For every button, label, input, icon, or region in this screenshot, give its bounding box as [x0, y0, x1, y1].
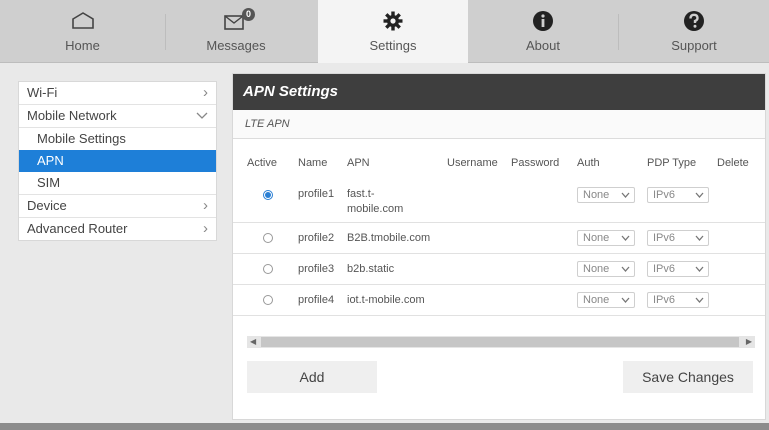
settings-gear-icon — [383, 11, 403, 31]
tab-about-label: About — [526, 38, 560, 53]
chevron-down-icon — [196, 112, 208, 119]
auth-value: None — [583, 294, 610, 306]
panel-subtitle: LTE APN — [233, 110, 765, 139]
apn-value: mobile.com — [347, 203, 404, 215]
sidebar-item-mobile-network[interactable]: Mobile Network — [19, 105, 216, 128]
chevron-down-icon — [621, 297, 630, 303]
top-navigation: Home 0 Messages Settings About Support — [0, 0, 769, 63]
tab-support-label: Support — [671, 38, 717, 53]
apn-value: iot.t-mobile.com — [347, 294, 425, 306]
tab-settings[interactable]: Settings — [318, 0, 468, 63]
sidebar-subitem-sim[interactable]: SIM — [19, 172, 216, 195]
active-radio[interactable] — [263, 264, 273, 274]
sidebar-item-label: Device — [27, 198, 67, 213]
help-icon — [684, 11, 704, 31]
pdp-value: IPv6 — [653, 294, 676, 306]
tab-support[interactable]: Support — [619, 0, 769, 62]
active-radio[interactable] — [263, 190, 273, 200]
chevron-down-icon — [621, 266, 630, 272]
chevron-down-icon — [621, 192, 630, 198]
sidebar-item-label: Wi-Fi — [27, 85, 58, 100]
column-header: Password — [511, 157, 560, 169]
chevron-right-icon: › — [203, 220, 208, 237]
sidebar-subitem-label: SIM — [37, 175, 61, 190]
auth-select[interactable]: None — [577, 261, 635, 277]
column-header: Delete — [717, 157, 749, 169]
apn-value: b2b.static — [347, 263, 395, 275]
sidebar-subitem-label: APN — [37, 153, 64, 168]
column-header: Username — [447, 157, 498, 169]
profile-name: profile3 — [298, 263, 335, 275]
main-area: Wi-Fi › Mobile Network Mobile Settings A… — [0, 63, 769, 423]
active-radio[interactable] — [263, 295, 273, 305]
auth-value: None — [583, 189, 610, 201]
table-row: profile2 B2B.tmobile.com None IPv6 — [233, 223, 765, 254]
apn-value: fast.t- — [347, 188, 375, 200]
apn-settings-panel: APN Settings LTE APN Active Name APN Use… — [232, 73, 766, 420]
pdp-value: IPv6 — [653, 263, 676, 275]
column-header: APN — [347, 157, 370, 169]
apn-value: B2B.tmobile.com — [347, 232, 431, 244]
column-header: Active — [247, 157, 277, 169]
chevron-right-icon: › — [203, 84, 208, 101]
scroll-left-icon[interactable]: ◀ — [250, 336, 256, 348]
chevron-down-icon — [695, 266, 704, 272]
chevron-down-icon — [695, 192, 704, 198]
column-header: Auth — [577, 157, 600, 169]
sidebar-subitem-apn[interactable]: APN — [19, 150, 216, 172]
auth-value: None — [583, 263, 610, 275]
tab-messages-label: Messages — [206, 38, 266, 53]
sidebar-item-label: Mobile Network — [27, 108, 117, 123]
tab-settings-label: Settings — [369, 38, 417, 53]
scrollbar-thumb[interactable] — [261, 337, 739, 347]
bottom-border — [0, 423, 769, 430]
tab-home-label: Home — [65, 38, 100, 53]
sidebar-item-wifi[interactable]: Wi-Fi › — [19, 82, 216, 105]
pdp-type-select[interactable]: IPv6 — [647, 187, 709, 203]
scroll-right-icon[interactable]: ▶ — [746, 336, 752, 348]
auth-select[interactable]: None — [577, 187, 635, 203]
sidebar: Wi-Fi › Mobile Network Mobile Settings A… — [18, 81, 217, 241]
pdp-type-select[interactable]: IPv6 — [647, 230, 709, 246]
auth-value: None — [583, 232, 610, 244]
auth-select[interactable]: None — [577, 292, 635, 308]
chevron-down-icon — [695, 297, 704, 303]
sidebar-subitem-label: Mobile Settings — [37, 131, 126, 146]
chevron-down-icon — [695, 235, 704, 241]
table-row: profile4 iot.t-mobile.com None IPv6 — [233, 285, 765, 316]
sidebar-item-device[interactable]: Device › — [19, 195, 216, 218]
chevron-right-icon: › — [203, 197, 208, 214]
home-icon — [71, 12, 94, 29]
table-row: profile3 b2b.static None IPv6 — [233, 254, 765, 285]
pdp-type-select[interactable]: IPv6 — [647, 261, 709, 277]
add-button[interactable]: Add — [247, 361, 377, 393]
profile-name: profile1 — [298, 188, 335, 200]
table-row: profile1 fast.t- mobile.com None IPv6 — [233, 178, 765, 223]
pdp-value: IPv6 — [653, 189, 676, 201]
info-icon — [533, 11, 553, 31]
column-header: PDP Type — [647, 157, 697, 169]
sidebar-item-advanced-router[interactable]: Advanced Router › — [19, 218, 216, 240]
save-changes-button[interactable]: Save Changes — [623, 361, 753, 393]
pdp-type-select[interactable]: IPv6 — [647, 292, 709, 308]
tab-about[interactable]: About — [468, 0, 618, 62]
message-count-badge: 0 — [242, 8, 255, 21]
auth-select[interactable]: None — [577, 230, 635, 246]
sidebar-item-label: Advanced Router — [27, 221, 128, 236]
panel-title: APN Settings — [233, 74, 765, 110]
profile-name: profile2 — [298, 232, 335, 244]
chevron-down-icon — [621, 235, 630, 241]
active-radio[interactable] — [263, 233, 273, 243]
tab-messages[interactable]: 0 Messages — [166, 0, 306, 62]
column-header: Name — [298, 157, 328, 169]
pdp-value: IPv6 — [653, 232, 676, 244]
horizontal-scrollbar[interactable]: ◀ ▶ — [247, 336, 755, 348]
tab-home[interactable]: Home — [0, 0, 165, 62]
sidebar-subitem-mobile-settings[interactable]: Mobile Settings — [19, 128, 216, 150]
profile-name: profile4 — [298, 294, 335, 306]
